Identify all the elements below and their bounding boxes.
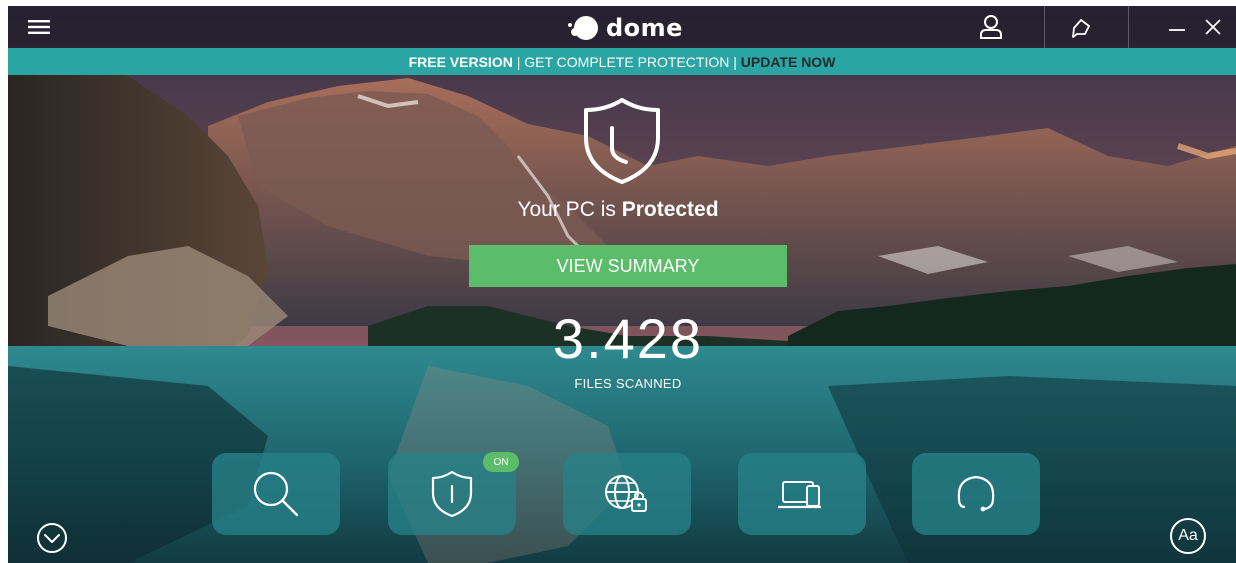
web-protection-tile-button[interactable] (563, 453, 691, 535)
chevron-down-circle-icon (37, 523, 67, 553)
minimize-icon (1169, 29, 1185, 31)
shield-icon (431, 470, 473, 518)
close-button[interactable] (1198, 6, 1228, 48)
scan-tile-button[interactable] (212, 453, 340, 535)
globe-lock-icon (605, 475, 647, 512)
banner-update-now-link[interactable]: UPDATE NOW (741, 54, 836, 70)
banner-get-protection: GET COMPLETE PROTECTION (524, 53, 730, 70)
title-separator (1128, 6, 1129, 48)
app-window: dome FREE VERSION | GET COMPLETE PROTECT… (8, 6, 1236, 563)
user-icon (980, 15, 1002, 39)
files-scanned-label: FILES SCANNED (574, 376, 682, 391)
upgrade-banner[interactable]: FREE VERSION | GET COMPLETE PROTECTION |… (8, 48, 1236, 75)
chat-bubble-icon (1072, 19, 1090, 38)
title-bar: dome (8, 6, 1236, 48)
support-tile-button[interactable] (912, 453, 1040, 535)
expand-down-button[interactable] (36, 522, 68, 554)
title-separator (1044, 6, 1045, 48)
protection-status: Your PC is Protected (408, 198, 828, 222)
app-name: dome (606, 14, 683, 42)
minimize-button[interactable] (1162, 6, 1192, 48)
status-state: Protected (621, 198, 719, 221)
protection-on-badge: ON (483, 452, 519, 472)
text-size-button[interactable]: Aa (1170, 518, 1206, 554)
banner-free-version: FREE VERSION (408, 53, 513, 70)
banner-separator: | (512, 53, 525, 70)
files-scanned-count: 3.428 (552, 307, 704, 370)
devices-tile-button[interactable] (738, 453, 866, 535)
status-prefix: Your PC is (517, 198, 622, 221)
search-icon (253, 471, 299, 517)
hamburger-menu-button[interactable] (24, 6, 54, 48)
headset-icon (957, 475, 995, 512)
messages-button[interactable] (1058, 6, 1104, 48)
banner-separator: | (729, 53, 741, 70)
close-icon (1205, 19, 1221, 35)
devices-icon (778, 481, 821, 509)
protection-shield-icon (584, 98, 660, 184)
dome-logo-icon (568, 16, 598, 40)
app-logo: dome (566, 10, 683, 46)
hamburger-icon (28, 20, 50, 34)
view-summary-button[interactable]: VIEW SUMMARY (469, 245, 787, 287)
user-account-button[interactable] (968, 6, 1014, 48)
